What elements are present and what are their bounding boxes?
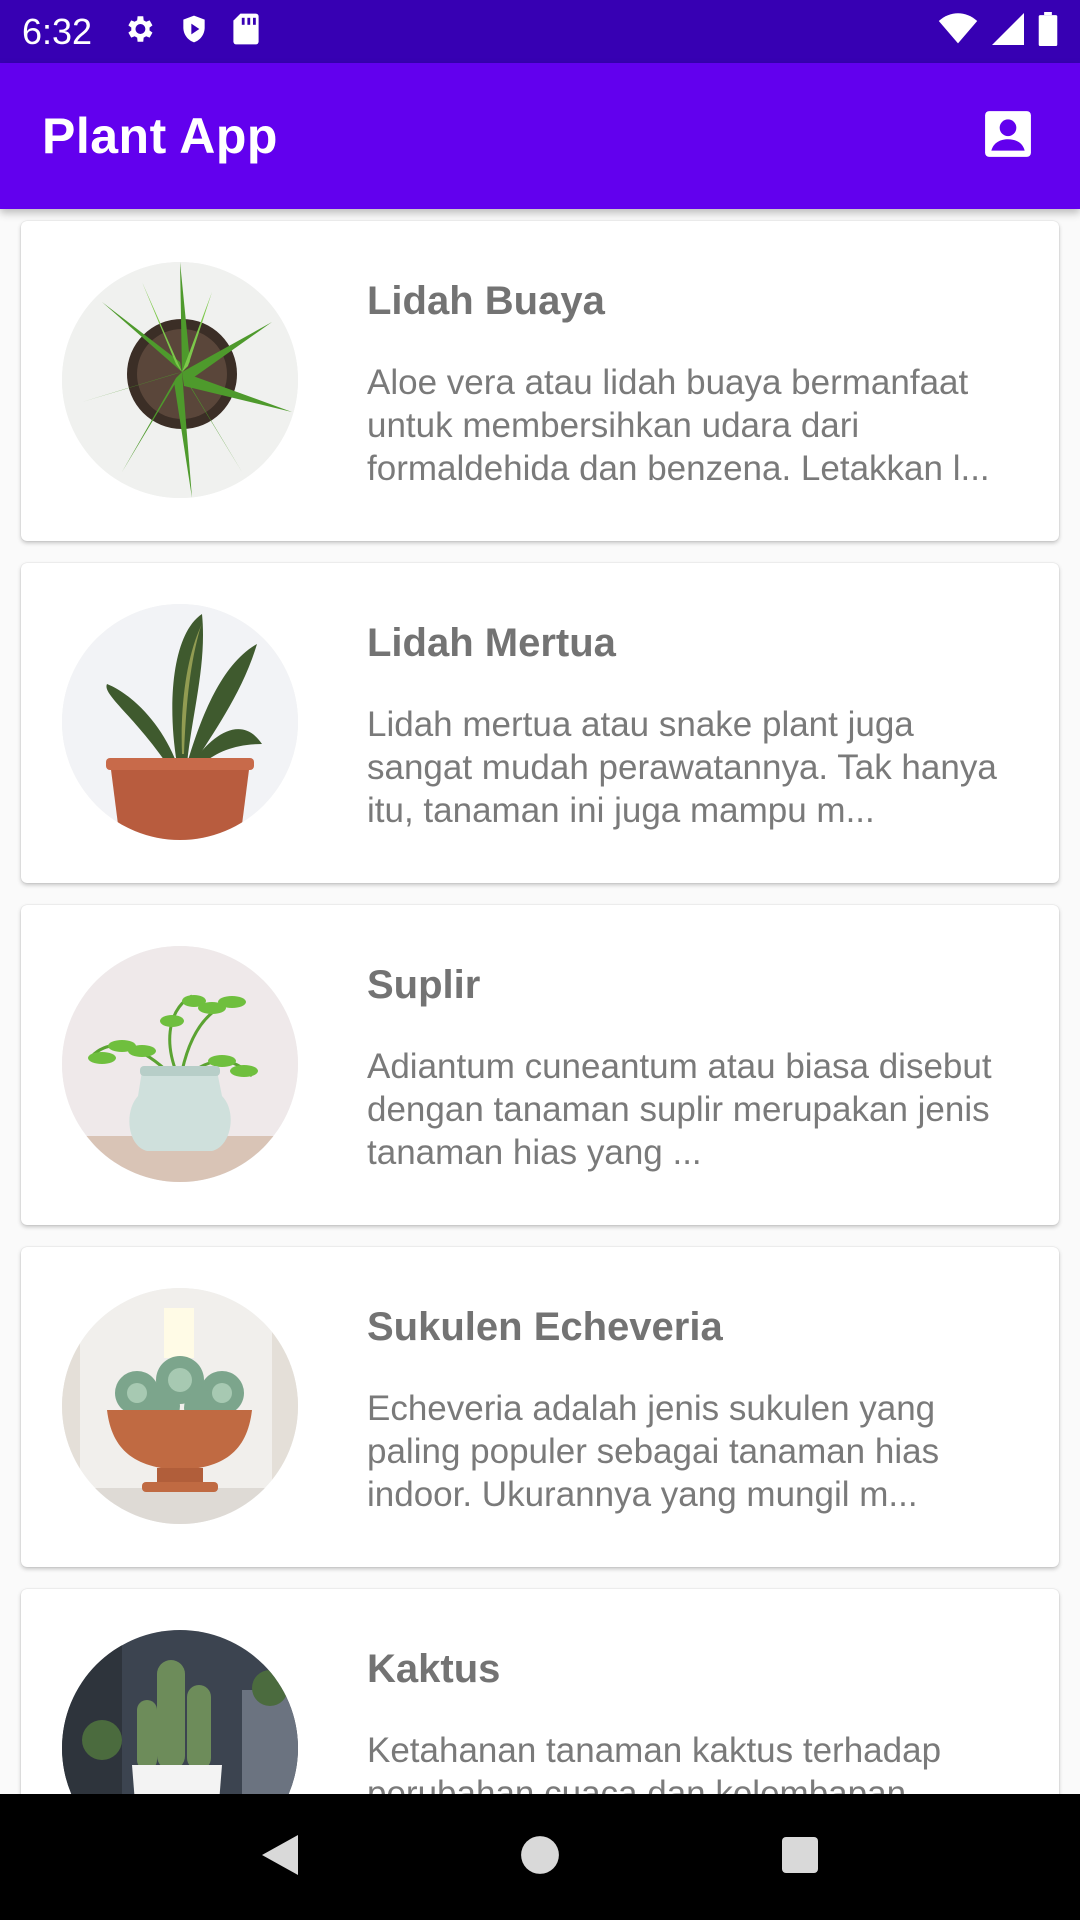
home-icon [519,1834,561,1881]
profile-button[interactable] [978,106,1038,166]
plant-description: Ketahanan tanaman kaktus terhadap peruba… [367,1731,942,1794]
back-icon [258,1831,302,1884]
plant-name: Sukulen Echeveria [367,1305,723,1349]
plant-description: Lidah mertua atau snake plant juga sanga… [367,705,997,830]
back-button[interactable] [240,1817,320,1897]
plant-name: Lidah Mertua [367,621,616,665]
home-button[interactable] [500,1817,580,1897]
plant-image [62,1288,298,1524]
account-box-icon [983,109,1033,164]
plant-name: Lidah Buaya [367,279,605,323]
plant-name: Kaktus [367,1647,501,1691]
recents-button[interactable] [760,1817,840,1897]
signal-icon [992,13,1024,50]
wifi-icon [938,13,978,50]
battery-icon [1038,12,1058,51]
plant-card[interactable]: Suplir Adiantum cuneantum atau biasa dis… [21,905,1059,1225]
settings-icon [122,12,156,51]
plant-card[interactable]: Sukulen Echeveria Echeveria adalah jenis… [21,1247,1059,1567]
plant-name: Suplir [367,963,481,1007]
plant-image [62,262,298,498]
status-time: 6:32 [22,10,93,52]
plant-description: Echeveria adalah jenis sukulen yang pali… [367,1389,940,1514]
plant-card[interactable]: Lidah Buaya Aloe vera atau lidah buaya b… [21,221,1059,541]
plant-card[interactable]: Lidah Mertua Lidah mertua atau snake pla… [21,563,1059,883]
plant-image [62,946,298,1182]
plant-description: Adiantum cuneantum atau biasa disebut de… [367,1047,992,1172]
plant-image [62,604,298,840]
plant-list[interactable]: Lidah Buaya Aloe vera atau lidah buaya b… [0,209,1080,1794]
play-protect-icon [178,12,210,51]
recents-icon [780,1835,820,1880]
plant-description: Aloe vera atau lidah buaya bermanfaat un… [367,363,990,488]
navigation-bar [0,1794,1080,1920]
status-bar: 6:32 [0,0,1080,63]
sd-card-icon [232,12,260,51]
app-title: Plant App [42,108,278,164]
app-bar: Plant App [0,63,1080,209]
plant-image [62,1630,298,1794]
plant-card[interactable]: Kaktus Ketahanan tanaman kaktus terhadap… [21,1589,1059,1794]
